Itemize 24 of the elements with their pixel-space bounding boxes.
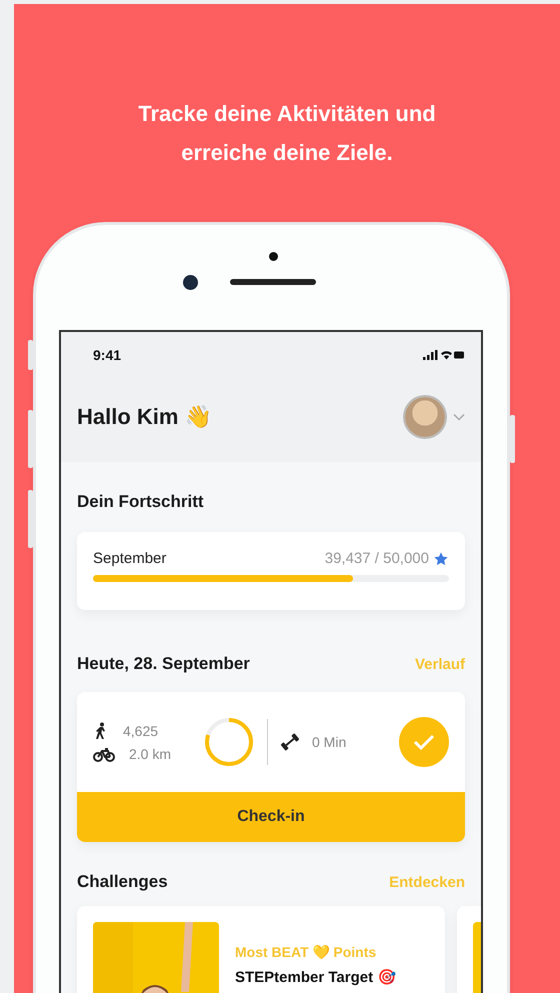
camera-lens [182,275,198,290]
section-title: Dein Fortschritt [77,492,205,512]
headline: Tracke deine Aktivitäten und erreiche deine Ziele. [137,100,437,167]
section-title: Heute, 28. September [77,654,250,674]
status-icons [423,349,465,361]
status-time: 9:41 [93,347,122,363]
avatar[interactable] [405,397,445,437]
steps-value: 4,625 [123,723,158,739]
activity-ring [203,716,255,768]
workout-value: 0 Min [312,734,346,750]
bicycle-icon [93,746,115,762]
sensor-dot [268,252,278,261]
challenge-title: STEPtember Target 🎯 [235,968,396,986]
challenge-tag: Most BEAT 💛 Points [235,944,396,960]
greeting-title: Hallo Kim 👋 [77,404,212,430]
challenge-card[interactable]: Most BEAT 💛 Points STEPtember Target 🎯 [77,906,445,993]
distance-value: 2.0 km [129,746,172,762]
check-in-button[interactable]: Check-in [77,792,465,842]
month-label: September [93,550,166,567]
star-icon [433,550,449,566]
dumbbell-icon [280,732,300,752]
chevron-down-icon[interactable] [453,413,465,421]
section-title: Challenges [77,872,168,892]
points-reading: 39,437 / 50,000 [324,550,429,567]
